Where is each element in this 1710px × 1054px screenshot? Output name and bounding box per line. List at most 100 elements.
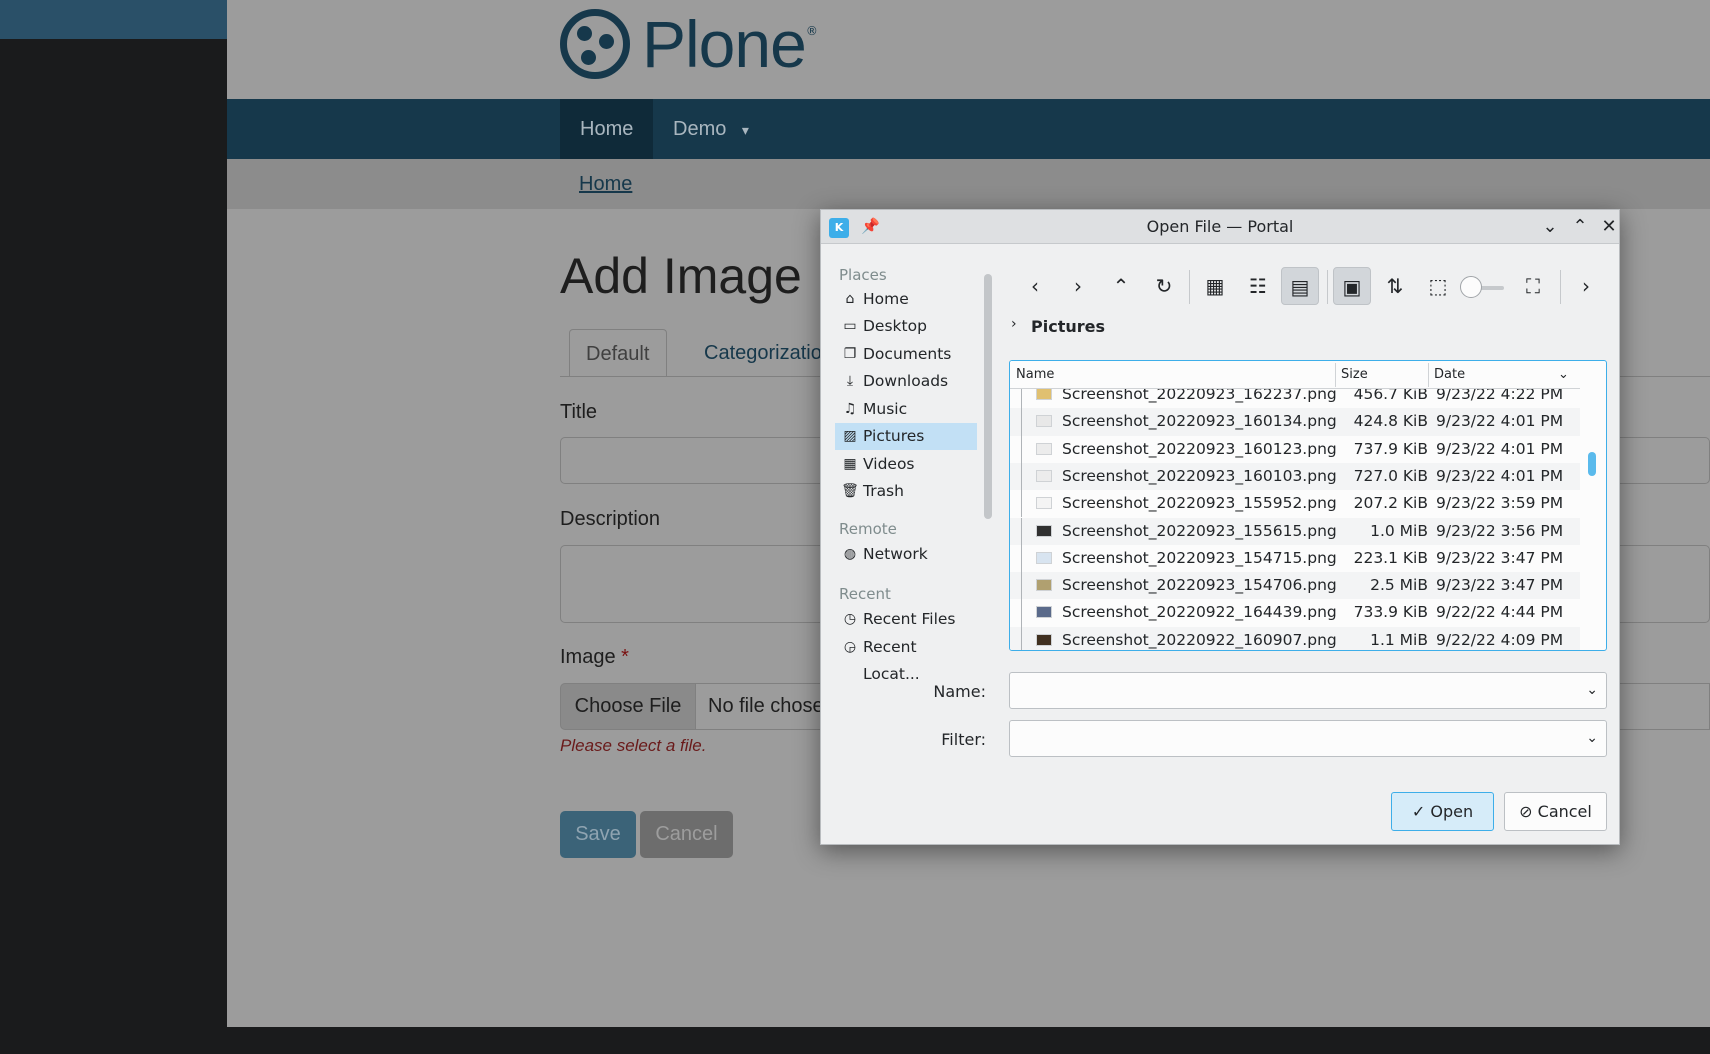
filter-input[interactable] xyxy=(1010,721,1570,756)
place-documents[interactable]: ❐ Documents xyxy=(835,341,977,368)
minimize-icon[interactable]: ⌄ xyxy=(1538,215,1562,239)
remote-header: Remote xyxy=(839,520,897,538)
image-preview-icon[interactable]: ▣ xyxy=(1333,267,1371,305)
file-name: Screenshot_20220922_160907.png xyxy=(1062,630,1337,649)
filter-combo[interactable]: ⌄ xyxy=(1009,720,1607,757)
place-network[interactable]: ◍ Network xyxy=(835,541,977,568)
place-recent-locations[interactable]: ◶ Recent Locat... xyxy=(835,634,977,683)
column-name[interactable]: Name xyxy=(1010,361,1336,389)
choose-file-button[interactable]: Choose File xyxy=(560,683,696,730)
file-row[interactable]: Screenshot_20220923_155615.png 1.0 MiB 9/2… xyxy=(1010,517,1580,545)
more-toolbar-icon[interactable]: › xyxy=(1567,267,1605,305)
kde-app-icon[interactable]: K xyxy=(829,218,849,238)
place-videos[interactable]: ▦ Videos xyxy=(835,451,977,478)
tree-line xyxy=(1021,544,1022,573)
dialog-cancel-button[interactable]: ⊘ Cancel xyxy=(1504,792,1607,831)
file-date: 9/23/22 3:47 PM xyxy=(1436,548,1564,567)
downloads-icon: ⤓ xyxy=(846,373,854,389)
pin-icon[interactable]: 📌 xyxy=(861,217,880,235)
place-label: Downloads xyxy=(863,372,949,390)
file-row[interactable]: Screenshot_20220923_155952.png 207.2 KiB 9… xyxy=(1010,490,1580,518)
maximize-icon[interactable]: ⌃ xyxy=(1568,215,1592,239)
sort-descending-icon[interactable]: ⌄ xyxy=(1558,361,1569,389)
file-row[interactable]: Screenshot_20220922_160907.png 1.1 MiB 9/2… xyxy=(1010,626,1580,650)
reload-icon[interactable]: ↻ xyxy=(1145,267,1183,305)
file-size: 1.0 MiB xyxy=(1370,521,1428,540)
left-dark-panel xyxy=(0,39,227,1054)
title-label: Title xyxy=(560,401,598,423)
save-button[interactable]: Save xyxy=(560,811,636,858)
cancel-button[interactable]: Cancel xyxy=(640,811,733,858)
close-icon[interactable]: ✕ xyxy=(1597,215,1621,239)
compact-view-icon[interactable]: ☷ xyxy=(1239,267,1277,305)
places-scrollbar[interactable] xyxy=(984,274,992,519)
file-list-scrollbar[interactable] xyxy=(1588,452,1596,476)
forward-icon[interactable]: › xyxy=(1059,267,1097,305)
tree-line xyxy=(1021,599,1022,627)
trash-icon: 🗑 xyxy=(841,483,859,499)
tree-line xyxy=(1021,408,1022,436)
column-size[interactable]: Size xyxy=(1335,361,1429,389)
place-label: Desktop xyxy=(863,317,927,335)
file-date: 9/23/22 3:47 PM xyxy=(1436,576,1564,595)
location-breadcrumb[interactable]: Pictures xyxy=(1031,317,1105,336)
file-date: 9/22/22 4:44 PM xyxy=(1436,603,1564,622)
tab-default[interactable]: Default xyxy=(569,329,667,377)
place-label: Recent Locat... xyxy=(863,638,920,683)
file-row[interactable]: Screenshot_20220922_164439.png 733.9 KiB 9… xyxy=(1010,599,1580,627)
chevron-down-icon[interactable]: ⌄ xyxy=(1586,721,1598,756)
toolbar-separator xyxy=(1189,270,1190,304)
file-row[interactable]: Screenshot_20220923_160134.png 424.8 KiB 9… xyxy=(1010,408,1580,436)
place-trash[interactable]: 🗑 Trash xyxy=(835,478,977,505)
column-date[interactable]: Date xyxy=(1428,361,1578,389)
place-label: Pictures xyxy=(863,427,925,445)
recent-locations-icon: ◶ xyxy=(843,639,857,655)
tree-line xyxy=(1021,435,1022,463)
name-input[interactable] xyxy=(1010,673,1570,708)
place-recent-files[interactable]: ◷ Recent Files xyxy=(835,606,977,633)
zoom-out-icon[interactable]: ⬚ xyxy=(1419,267,1457,305)
file-list-view[interactable]: Name Size Date ⌄ Screenshot_20220923_162… xyxy=(1009,360,1607,651)
plone-logo[interactable]: Plone ® xyxy=(560,7,818,81)
sort-icon[interactable]: ⇅ xyxy=(1376,267,1414,305)
recent-header: Recent xyxy=(839,585,891,603)
place-pictures[interactable]: ▨ Pictures xyxy=(835,423,977,450)
cancel-button-label: Cancel xyxy=(1537,802,1592,821)
tree-line xyxy=(1021,626,1022,650)
place-label: Trash xyxy=(863,482,904,500)
chevron-down-icon[interactable]: ⌄ xyxy=(1586,673,1598,708)
place-downloads[interactable]: ⤓ Downloads xyxy=(835,368,977,395)
file-row[interactable]: Screenshot_20220923_154715.png 223.1 KiB 9… xyxy=(1010,544,1580,573)
caret-down-icon: ▾ xyxy=(741,122,749,138)
zoom-slider-handle[interactable] xyxy=(1460,276,1482,298)
open-button[interactable]: ✓ Open xyxy=(1391,792,1494,831)
place-home[interactable]: ⌂ Home xyxy=(835,286,977,313)
file-row[interactable]: Screenshot_20220923_160123.png 737.9 KiB 9… xyxy=(1010,435,1580,463)
place-music[interactable]: ♫ Music xyxy=(835,396,977,423)
nav-item-home[interactable]: Home xyxy=(560,99,654,159)
name-combo[interactable]: ⌄ xyxy=(1009,672,1607,709)
file-row[interactable]: Screenshot_20220923_154706.png 2.5 MiB 9/2… xyxy=(1010,572,1580,600)
chevron-right-icon[interactable]: › xyxy=(1011,316,1017,332)
place-desktop[interactable]: ▭ Desktop xyxy=(835,313,977,340)
image-thumbnail-icon xyxy=(1036,389,1052,400)
detailed-tree-view-icon[interactable]: ▤ xyxy=(1281,267,1319,305)
up-icon[interactable]: ⌃ xyxy=(1102,267,1140,305)
file-row[interactable]: Screenshot_20220923_162237.png 456.7 KiB 9… xyxy=(1010,389,1580,409)
zoom-in-icon[interactable]: ⛶ xyxy=(1514,267,1552,305)
file-size: 2.5 MiB xyxy=(1370,576,1428,595)
recent-files-icon: ◷ xyxy=(843,611,857,627)
image-thumbnail-icon xyxy=(1036,633,1052,646)
image-thumbnail-icon xyxy=(1036,579,1052,592)
dialog-titlebar[interactable]: Open File — Portal K 📌 ⌄ ⌃ ✕ xyxy=(821,210,1619,244)
breadcrumb-home-link[interactable]: Home xyxy=(579,173,632,196)
nav-item-demo[interactable]: Demo ▾ xyxy=(653,99,769,159)
pictures-icon: ▨ xyxy=(843,428,857,444)
file-date: 9/23/22 4:01 PM xyxy=(1436,412,1564,431)
image-thumbnail-icon xyxy=(1036,524,1052,537)
file-size: 727.0 KiB xyxy=(1353,466,1428,485)
back-icon[interactable]: ‹ xyxy=(1016,267,1054,305)
file-row[interactable]: Screenshot_20220923_160103.png 727.0 KiB 9… xyxy=(1010,462,1580,491)
image-label: Image * xyxy=(560,646,629,669)
icons-view-icon[interactable]: ▦ xyxy=(1196,267,1234,305)
